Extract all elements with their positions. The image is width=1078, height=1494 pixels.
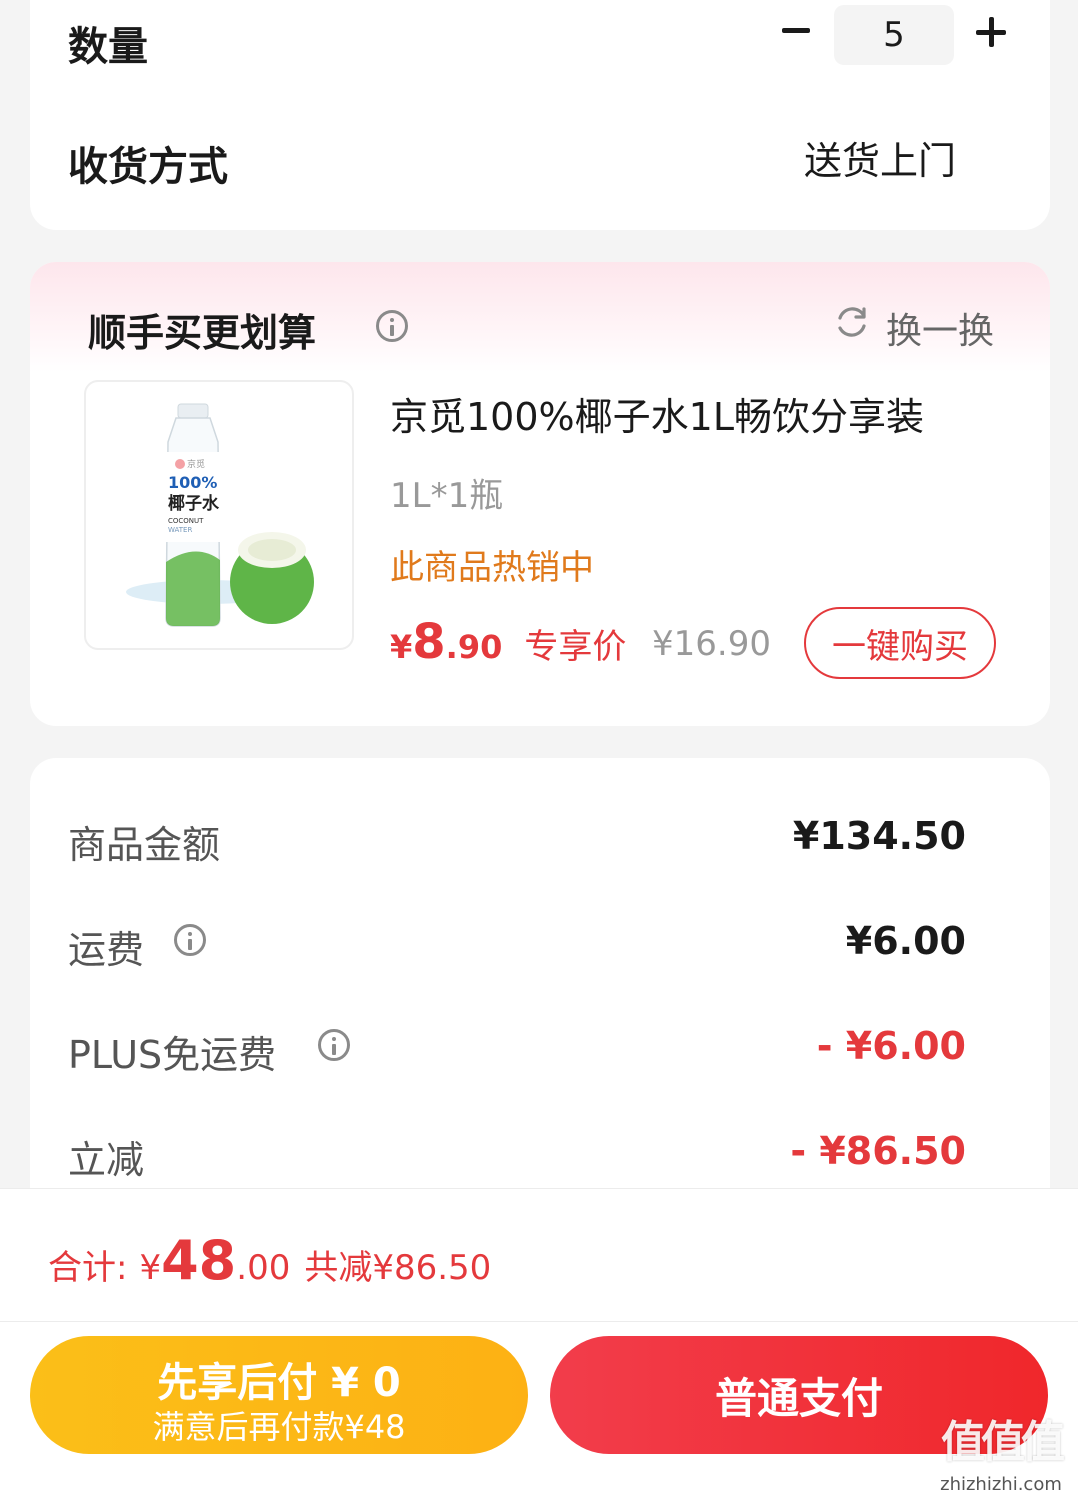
quantity-label: 数量 [68,24,148,70]
pay-later-subtitle: 满意后再付款¥48 [152,1408,406,1446]
summary-value-plus-free-shipping: - ¥6.00 [816,1024,966,1068]
original-price: ¥16.90 [652,624,771,664]
coconut-water-bottle-icon: 京觅 100% 椰子水 COCONUT WATER [126,403,314,627]
one-click-buy-button[interactable]: 一键购买 [804,607,996,679]
total-label: 合计: [48,1248,128,1288]
product-name[interactable]: 京觅100%椰子水1L畅饮分享装 [390,386,924,441]
svg-text:京觅: 京觅 [187,458,205,470]
action-bar: 先享后付 ¥ 0 满意后再付款¥48 普通支付 [0,1322,1078,1494]
info-icon[interactable] [174,924,206,956]
svg-text:100%: 100% [168,473,217,492]
price-decimal: .90 [445,628,503,666]
refresh-button[interactable]: 换一换 [886,302,994,354]
product-spec: 1L*1瓶 [390,476,504,516]
summary-value-discount: - ¥86.50 [790,1129,966,1173]
svg-text:COCONUT: COCONUT [168,517,204,525]
watermark-logo: 值值值 [941,1417,1065,1468]
price-currency: ¥ [390,628,413,666]
summary-label-shipping: 运费 [68,928,145,972]
delivery-value[interactable]: 送货上门 [804,130,956,185]
pay-later-button[interactable]: 先享后付 ¥ 0 满意后再付款¥48 [30,1336,528,1454]
price-summary-card: 商品金额 ¥134.50 运费 ¥6.00 PLUS免运费 - ¥6.00 立减… [30,758,1050,1258]
info-icon[interactable] [318,1029,350,1061]
summary-label-plus-free-shipping: PLUS免运费 [68,1033,277,1077]
order-options-card: 数量 5 收货方式 送货上门 [30,0,1050,230]
quantity-decrease-button[interactable] [778,10,818,50]
svg-text:椰子水: 椰子水 [168,493,220,514]
product-hot-status: 此商品热销中 [390,548,594,588]
total-decimal: .00 [236,1248,291,1288]
price-tag: 专享价 [524,627,627,667]
site-watermark: 值值值 zhizhizhi.com [926,1406,1076,1494]
summary-label-goods: 商品金额 [68,823,221,867]
total-currency: ¥ [139,1248,162,1288]
total-saved: 共减¥86.50 [304,1248,492,1288]
quantity-increase-button[interactable] [976,16,1010,50]
price-integer: 8 [412,614,446,670]
quantity-input[interactable]: 5 [834,5,954,65]
product-image[interactable]: 京觅 100% 椰子水 COCONUT WATER [84,380,354,650]
addon-recommendation-card: 顺手买更划算 换一换 京觅 100% 椰子水 COCONUT WATER 京觅1… [30,262,1050,726]
pay-later-title: 先享后付 ¥ 0 [157,1360,401,1406]
total-amount: 合计: ¥ 48 .00 共减¥86.50 [48,1229,491,1292]
addon-title: 顺手买更划算 [88,311,317,355]
delivery-label: 收货方式 [68,144,228,190]
refresh-icon[interactable] [834,304,870,340]
svg-text:WATER: WATER [168,526,192,534]
total-bar: 合计: ¥ 48 .00 共减¥86.50 [0,1188,1078,1322]
product-price: ¥ 8 .90 专享价 [390,614,626,670]
summary-label-discount: 立减 [68,1138,145,1182]
summary-value-goods: ¥134.50 [792,814,966,858]
total-integer: 48 [161,1229,237,1292]
watermark-url: zhizhizhi.com [940,1474,1062,1494]
summary-value-shipping: ¥6.00 [845,919,966,963]
info-icon[interactable] [376,310,408,342]
